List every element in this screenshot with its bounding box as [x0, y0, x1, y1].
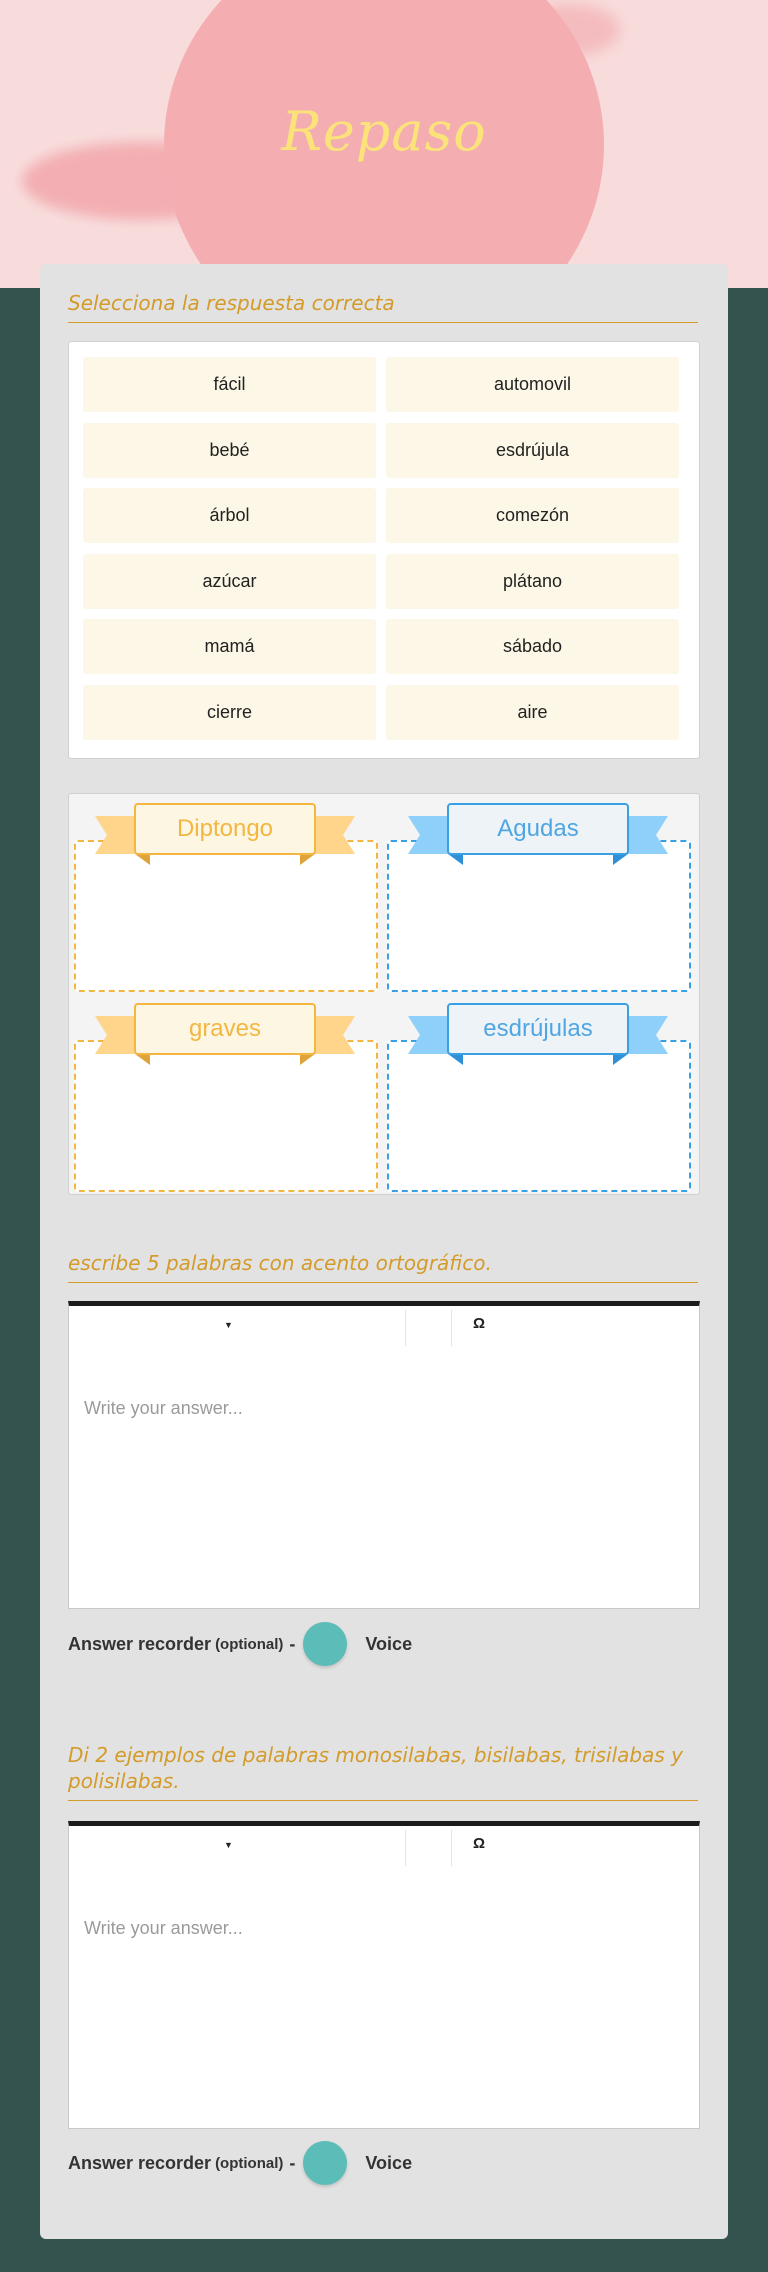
- category-ribbon-diptongo: Diptongo: [95, 801, 355, 867]
- word-chip[interactable]: plátano: [386, 554, 679, 609]
- recorder-dash: -: [289, 2152, 296, 2173]
- word-chip[interactable]: árbol: [83, 488, 376, 543]
- recorder-label: Answer recorder: [68, 1633, 212, 1654]
- recorder-optional: (optional): [215, 1635, 284, 1653]
- word-chip[interactable]: azúcar: [83, 554, 376, 609]
- category-ribbon-graves: graves: [95, 1001, 355, 1067]
- editor-toolbar: ▼ Ω: [69, 1826, 699, 1904]
- answer-editor: ▼ Ω: [68, 1301, 700, 1609]
- category-area: Diptongo Agudas graves esdrújulas: [68, 793, 700, 1195]
- toolbar-divider: [451, 1830, 452, 1866]
- caret-down-icon[interactable]: ▼: [224, 1840, 233, 1850]
- word-chip[interactable]: esdrújula: [386, 423, 679, 478]
- word-chip[interactable]: comezón: [386, 488, 679, 543]
- answer-editor: ▼ Ω: [68, 1821, 700, 2129]
- recorder-voice-label: Voice: [365, 1633, 413, 1654]
- record-button[interactable]: [303, 2141, 348, 2185]
- special-characters-button[interactable]: Ω: [473, 1315, 485, 1332]
- category-label: esdrújulas: [483, 1015, 593, 1042]
- page-title: Repaso: [281, 100, 487, 163]
- editor-toolbar: ▼ Ω: [69, 1306, 699, 1384]
- answer-textarea[interactable]: [69, 1383, 699, 1608]
- word-chip[interactable]: fácil: [83, 357, 376, 412]
- category-label: Agudas: [497, 815, 579, 842]
- word-chip[interactable]: bebé: [83, 423, 376, 478]
- caret-down-icon[interactable]: ▼: [224, 1320, 233, 1330]
- question-2-prompt: escribe 5 palabras con acento ortográfic…: [68, 1250, 698, 1283]
- category-ribbon-agudas: Agudas: [408, 801, 668, 867]
- category-ribbon-esdrujulas: esdrújulas: [408, 1001, 668, 1067]
- question-1-instruction: Selecciona la respuesta correcta: [68, 290, 698, 323]
- recorder-dash: -: [289, 1633, 296, 1654]
- word-chip[interactable]: aire: [386, 685, 679, 740]
- word-chip[interactable]: cierre: [83, 685, 376, 740]
- recorder-voice-label: Voice: [365, 2152, 413, 2173]
- category-label: Diptongo: [176, 815, 274, 842]
- activity-card: Selecciona la respuesta correcta fácil a…: [40, 264, 728, 2239]
- question-3-prompt: Di 2 ejemplos de palabras monosilabas, b…: [68, 1742, 698, 1801]
- toolbar-divider: [451, 1310, 452, 1346]
- answer-recorder: Answer recorder (optional) - Voice: [68, 2141, 412, 2185]
- record-button[interactable]: [303, 1622, 348, 1666]
- answer-textarea[interactable]: [69, 1903, 699, 2128]
- toolbar-divider: [405, 1310, 406, 1346]
- special-characters-button[interactable]: Ω: [473, 1835, 485, 1852]
- answer-recorder: Answer recorder (optional) - Voice: [68, 1622, 412, 1666]
- recorder-label: Answer recorder: [68, 2152, 212, 2173]
- word-chip[interactable]: sábado: [386, 619, 679, 674]
- recorder-optional: (optional): [215, 2154, 284, 2172]
- word-chip[interactable]: automovil: [386, 357, 679, 412]
- category-label: graves: [188, 1015, 262, 1042]
- toolbar-divider: [405, 1830, 406, 1866]
- header-banner: Repaso: [0, 0, 768, 288]
- word-chip[interactable]: mamá: [83, 619, 376, 674]
- word-bank: fácil automovil bebé esdrújula árbol com…: [68, 341, 700, 759]
